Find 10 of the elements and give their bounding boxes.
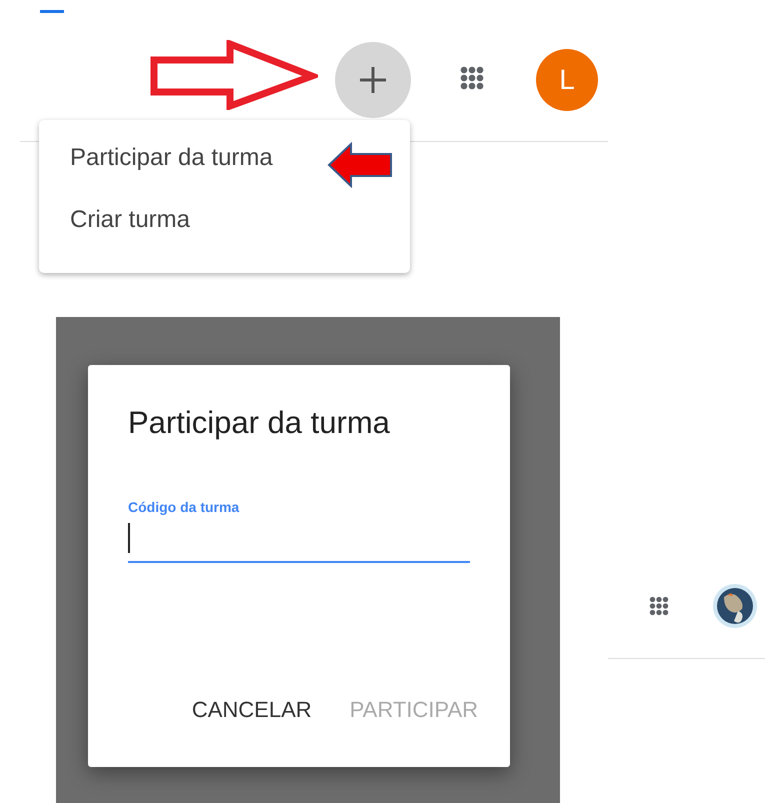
plus-icon	[357, 64, 389, 96]
globe-avatar-icon[interactable]	[712, 583, 758, 629]
tab-indicator	[40, 10, 64, 13]
dialog-button[interactable]: CANCELAR	[188, 693, 316, 727]
dialog-title: Participar da turma	[128, 405, 391, 441]
menu-item[interactable]: Criar turma	[39, 206, 410, 268]
menu-item[interactable]: Participar da turma	[39, 144, 410, 206]
arrow-annotation	[327, 142, 393, 188]
field-label: Código da turma	[128, 499, 240, 515]
text-cursor	[128, 523, 130, 553]
